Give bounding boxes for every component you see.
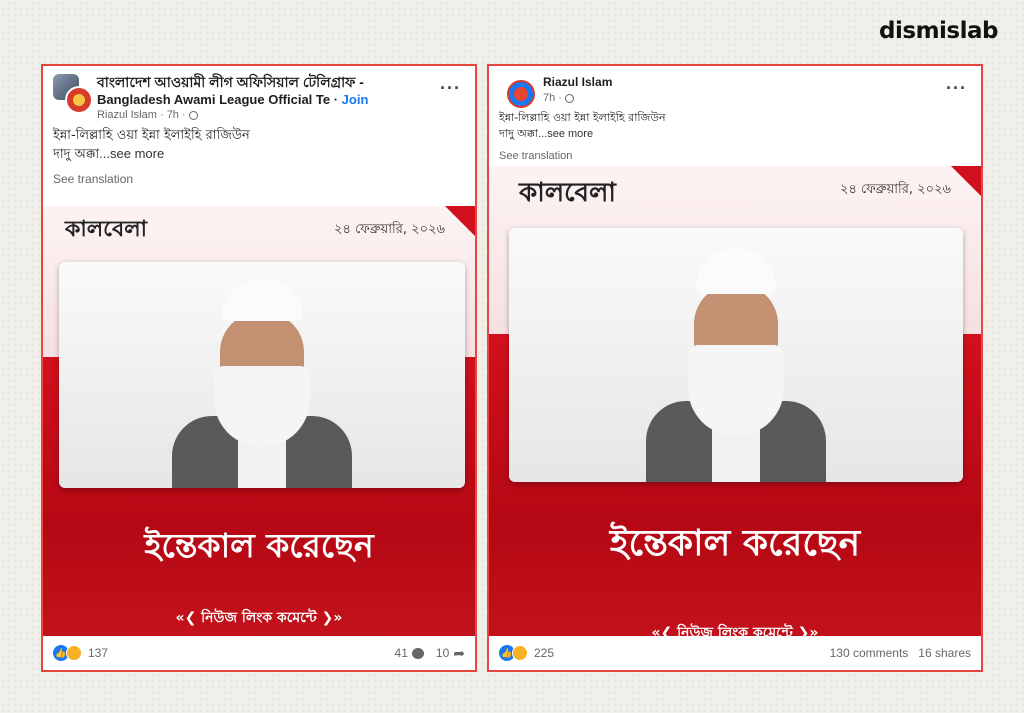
post-footer: 👍 225 130 comments 16 shares xyxy=(489,636,981,670)
corner-accent xyxy=(445,206,475,236)
globe-icon xyxy=(565,93,575,103)
more-options-icon[interactable]: ··· xyxy=(440,78,461,99)
share-count[interactable]: 16 shares xyxy=(918,646,971,660)
join-button[interactable]: Join xyxy=(342,92,369,107)
post-text: ইন্না-লিল্লাহি ওয়া ইন্না ইলাইহি রাজিউন … xyxy=(43,123,475,164)
group-avatar[interactable] xyxy=(53,74,93,114)
post-image[interactable]: কালবেলা ২৪ ফেব্রুয়ারি, ২০২৬ ইন্তেকাল কর… xyxy=(489,166,981,646)
comment-icon[interactable] xyxy=(411,647,424,659)
reactions[interactable]: 👍 137 xyxy=(53,645,108,661)
comment-count[interactable]: 130 comments xyxy=(830,646,909,660)
image-headline: ইন্তেকাল করেছেন xyxy=(144,526,374,565)
author-name[interactable]: Riazul Islam xyxy=(543,74,971,91)
post-header: বাংলাদেশ আওয়ামী লীগ অফিসিয়াল টেলিগ্রাফ… xyxy=(43,66,475,123)
see-translation-link[interactable]: See translation xyxy=(489,142,981,162)
share-icon[interactable]: ➦ xyxy=(453,645,465,662)
group-name-english[interactable]: Bangladesh Awami League Official Te xyxy=(97,92,330,107)
reaction-count: 137 xyxy=(88,646,109,660)
kalbela-logo: কালবেলা xyxy=(519,178,616,208)
reactions[interactable]: 👍 225 xyxy=(499,645,554,661)
haha-reaction-icon xyxy=(512,645,528,661)
post-text: ইন্না-লিল্লাহি ওয়া ইন্না ইলাইহি রাজিউন … xyxy=(489,106,981,142)
share-count[interactable]: 10 xyxy=(436,646,449,660)
image-headline: ইন্তেকাল করেছেন xyxy=(609,523,861,564)
reaction-count: 225 xyxy=(534,646,555,660)
haha-reaction-icon xyxy=(66,645,82,661)
image-tagline: «❮ নিউজ লিংক কমেন্টে ❯» xyxy=(175,610,343,626)
post-text-line1: ইন্না-লিল্লাহি ওয়া ইন্না ইলাইহি রাজিউন xyxy=(499,111,666,124)
author-avatar-icon xyxy=(65,86,93,114)
image-date: ২৪ ফেব্রুয়ারি, ২০২৬ xyxy=(334,222,445,237)
more-options-icon[interactable]: ··· xyxy=(946,78,967,99)
post-text-line2: দাদু অক্কা xyxy=(499,127,539,140)
kalbela-logo: কালবেলা xyxy=(65,216,148,242)
see-more-link[interactable]: ...see more xyxy=(99,146,164,161)
portrait-photo xyxy=(509,228,963,482)
facebook-post-profile: Riazul Islam 7h · ··· ইন্না-লিল্লাহি ওয়… xyxy=(487,64,983,672)
post-time[interactable]: 7h xyxy=(543,92,555,104)
author-name[interactable]: Riazul Islam xyxy=(97,109,157,121)
portrait-photo xyxy=(59,262,465,488)
group-name[interactable]: বাংলাদেশ আওয়ামী লীগ অফিসিয়াল টেলিগ্রাফ… xyxy=(97,74,465,91)
facebook-post-group: বাংলাদেশ আওয়ামী লীগ অফিসিয়াল টেলিগ্রাফ… xyxy=(41,64,477,672)
post-header: Riazul Islam 7h · ··· xyxy=(489,66,981,108)
post-time[interactable]: 7h xyxy=(167,109,179,121)
post-image[interactable]: কালবেলা ২৪ ফেব্রুয়ারি, ২০২৬ ইন্তেকাল কর… xyxy=(43,206,475,638)
post-footer: 👍 137 41 10 ➦ xyxy=(43,636,475,670)
author-avatar-icon xyxy=(507,80,535,108)
image-date: ২৪ ফেব্রুয়ারি, ২০২৬ xyxy=(840,182,951,197)
post-text-line1: ইন্না-লিল্লাহি ওয়া ইন্না ইলাইহি রাজিউন xyxy=(53,128,250,143)
see-translation-link[interactable]: See translation xyxy=(43,164,475,186)
see-more-link[interactable]: ...see more xyxy=(538,128,593,140)
profile-avatar[interactable] xyxy=(499,74,539,114)
dismislab-logo: dismislab xyxy=(879,18,998,44)
comment-count[interactable]: 41 xyxy=(395,646,408,660)
globe-icon xyxy=(188,110,198,120)
post-text-line2: দাদু অক্কা xyxy=(53,147,100,162)
corner-accent xyxy=(951,166,981,196)
